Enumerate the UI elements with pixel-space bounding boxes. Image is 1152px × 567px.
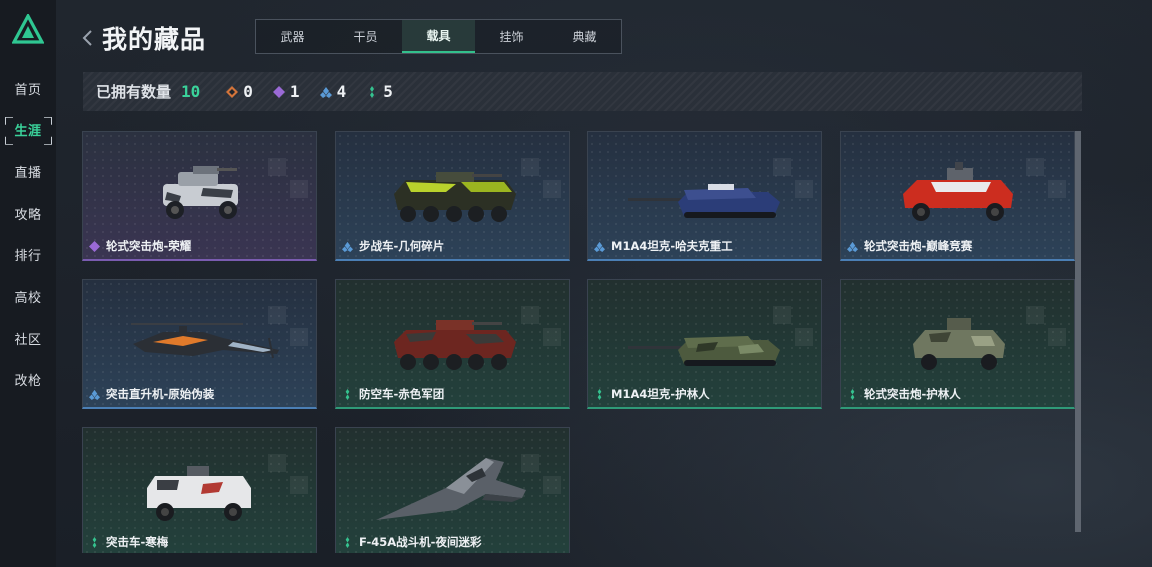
- triangle-logo-icon[interactable]: [12, 14, 44, 44]
- sidebar-item-label: 改枪: [14, 374, 42, 390]
- sidebar-item-colleges[interactable]: 高校: [0, 286, 56, 306]
- sidebar-nav: 首页 生涯 直播 攻略 排行 高校 社区 改枪: [0, 78, 56, 412]
- tab-charms[interactable]: 挂饰: [475, 20, 548, 53]
- card-name: 步战车-几何碎片: [359, 239, 445, 253]
- rarity-count: 4: [336, 82, 347, 101]
- collection-card[interactable]: 轮式突击炮-巅峰竞赛: [840, 131, 1075, 261]
- sidebar: 首页 生涯 直播 攻略 排行 高校 社区 改枪: [0, 0, 56, 567]
- armored-car-image: [913, 318, 1005, 370]
- collection-card[interactable]: M1A4坦克-哈夫克重工: [587, 131, 822, 261]
- sidebar-item-label: 排行: [14, 249, 42, 265]
- ownership-stats-bar: 已拥有数量 10 0 1 4 5: [83, 72, 1082, 111]
- blue-diamond-icon: [319, 86, 332, 98]
- tab-operators[interactable]: 干员: [329, 20, 402, 53]
- collection-card[interactable]: 突击直升机-原始伪装: [82, 279, 317, 409]
- rarity-count: 0: [243, 82, 253, 101]
- sidebar-item-label: 直播: [14, 165, 42, 181]
- sidebar-item-gunsmith[interactable]: 改枪: [0, 370, 56, 390]
- green-diamond-icon: [370, 85, 375, 98]
- sidebar-item-label: 攻略: [14, 207, 42, 223]
- collection-card[interactable]: 突击车-寒梅: [82, 427, 317, 553]
- owned-count-label: 已拥有数量: [96, 83, 172, 101]
- mrap-image: [147, 466, 251, 521]
- sidebar-item-label: 生涯: [14, 124, 42, 140]
- page-title: 我的藏品: [102, 25, 207, 54]
- sidebar-item-label: 首页: [14, 82, 42, 98]
- tank-image: [628, 336, 780, 366]
- blue-diamond-icon: [342, 241, 353, 252]
- card-name: 轮式突击炮-巅峰竞赛: [864, 239, 973, 253]
- orange-diamond-icon: [226, 85, 239, 98]
- green-diamond-icon: [850, 388, 855, 400]
- rarity-stat-green: 5: [366, 82, 393, 101]
- collection-card[interactable]: 防空车-赤色军团: [335, 279, 570, 409]
- card-name: 突击车-寒梅: [106, 535, 169, 549]
- blue-diamond-icon: [89, 389, 100, 400]
- purple-diamond-icon: [272, 85, 285, 98]
- sidebar-item-career[interactable]: 生涯: [0, 120, 56, 140]
- category-tabs: 武器 干员 载具 挂饰 典藏: [255, 19, 622, 54]
- sidebar-item-community[interactable]: 社区: [0, 328, 56, 348]
- armored-car-image: [163, 166, 238, 219]
- sidebar-item-home[interactable]: 首页: [0, 78, 56, 98]
- collection-card[interactable]: 轮式突击炮-护林人: [840, 279, 1075, 409]
- green-diamond-icon: [597, 388, 602, 400]
- collection-card[interactable]: M1A4坦克-护林人: [587, 279, 822, 409]
- fighter-jet-image: [376, 458, 526, 520]
- collection-card[interactable]: 轮式突击炮-荣耀: [82, 131, 317, 261]
- green-diamond-icon: [345, 536, 350, 548]
- card-name: F-45A战斗机-夜间迷彩: [359, 535, 482, 549]
- card-name: 轮式突击炮-护林人: [864, 387, 961, 401]
- blue-diamond-icon: [594, 241, 605, 252]
- rarity-stat-purple: 1: [272, 82, 300, 101]
- rarity-count: 1: [289, 82, 300, 101]
- collection-card[interactable]: 步战车-几何碎片: [335, 131, 570, 261]
- card-name: M1A4坦克-哈夫克重工: [611, 239, 733, 253]
- purple-diamond-icon: [89, 240, 100, 252]
- rarity-stat-orange: 0: [226, 82, 253, 101]
- green-diamond-icon: [92, 536, 97, 548]
- tab-weapons[interactable]: 武器: [256, 20, 329, 53]
- card-name: 防空车-赤色军团: [359, 387, 445, 401]
- green-diamond-icon: [345, 388, 350, 400]
- card-name: 轮式突击炮-荣耀: [106, 239, 192, 253]
- tab-vehicles[interactable]: 载具: [402, 20, 475, 53]
- tab-collection[interactable]: 典藏: [548, 20, 621, 53]
- card-name: M1A4坦克-护林人: [611, 387, 710, 401]
- armored-car-image: [903, 162, 1013, 221]
- rarity-stat-blue: 4: [319, 82, 347, 101]
- sidebar-item-label: 高校: [14, 290, 42, 306]
- vehicle-collection-grid: 轮式突击炮-荣耀 步战车-几何碎片 M1A4坦克-哈夫克重工 轮式突击炮-巅峰竞…: [82, 131, 1077, 553]
- sidebar-item-label: 社区: [14, 332, 42, 348]
- sidebar-item-live[interactable]: 直播: [0, 161, 56, 181]
- card-name: 突击直升机-原始伪装: [106, 387, 215, 401]
- ifv-image: [394, 320, 516, 370]
- collection-card[interactable]: F-45A战斗机-夜间迷彩: [335, 427, 570, 553]
- ifv-image: [394, 172, 516, 222]
- sidebar-item-guides[interactable]: 攻略: [0, 203, 56, 223]
- sidebar-item-ranking[interactable]: 排行: [0, 245, 56, 265]
- owned-count-value: 10: [181, 82, 201, 101]
- scrollbar[interactable]: [1075, 131, 1081, 532]
- blue-diamond-icon: [847, 241, 858, 252]
- tank-image: [628, 184, 780, 218]
- chevron-left-icon[interactable]: [80, 28, 94, 48]
- rarity-count: 5: [383, 82, 393, 101]
- helicopter-image: [131, 323, 279, 359]
